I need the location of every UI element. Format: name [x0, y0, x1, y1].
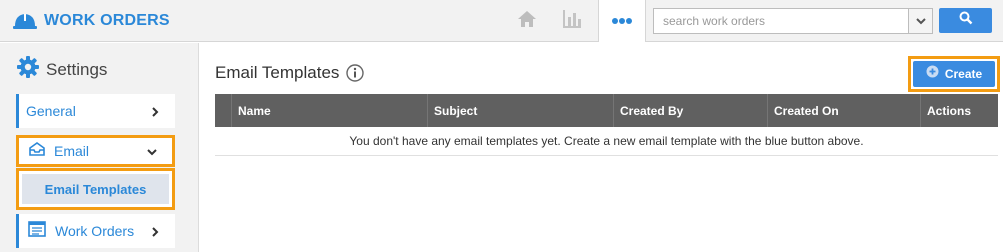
- column-header-subject[interactable]: Subject: [427, 94, 613, 127]
- page-title: Email Templates: [215, 63, 340, 82]
- gear-icon: [16, 55, 40, 84]
- sidebar-item-label: Email: [54, 143, 90, 159]
- more-button[interactable]: [598, 0, 646, 42]
- chevron-down-icon: [915, 12, 926, 30]
- more-icon: [611, 12, 633, 30]
- top-bar: WORK ORDERS: [0, 0, 1003, 42]
- sidebar-item-work-orders[interactable]: Work Orders: [16, 214, 175, 248]
- bar-chart-icon: [561, 8, 583, 35]
- chevron-right-icon: [149, 225, 161, 237]
- search-icon: [959, 11, 973, 30]
- column-header-name[interactable]: Name: [231, 94, 427, 127]
- reports-button[interactable]: [559, 8, 585, 34]
- create-button-label: Create: [944, 67, 983, 81]
- sidebar-title: Settings: [46, 59, 108, 79]
- column-header-created-on[interactable]: Created On: [767, 94, 920, 127]
- sidebar-subitem-email-templates[interactable]: Email Templates: [22, 174, 169, 204]
- chevron-right-icon: [149, 105, 161, 117]
- info-icon[interactable]: [346, 64, 365, 82]
- create-button-highlight: Create: [908, 56, 1000, 92]
- search-input[interactable]: [654, 9, 908, 33]
- sidebar-subitem-label: Email Templates: [44, 181, 147, 197]
- sidebar-item-label: General: [26, 103, 76, 119]
- table-header-select: [215, 94, 231, 127]
- column-header-created-by[interactable]: Created By: [613, 94, 767, 127]
- page-header: Email Templates: [215, 63, 365, 83]
- sidebar: Settings General Email Email Templates W…: [0, 43, 199, 252]
- sidebar-item-email[interactable]: Email: [16, 135, 175, 167]
- app-title: WORK ORDERS: [44, 12, 170, 29]
- column-header-actions: Actions: [920, 94, 998, 127]
- create-button[interactable]: Create: [913, 61, 995, 87]
- settings-header: Settings: [16, 55, 107, 84]
- table-empty-message: You don't have any email templates yet. …: [215, 127, 998, 156]
- list-icon: [28, 220, 46, 242]
- chevron-down-icon: [146, 145, 158, 157]
- home-icon: [516, 9, 538, 34]
- sidebar-item-general[interactable]: General: [16, 94, 175, 128]
- helmet-icon: [12, 11, 38, 31]
- search-button[interactable]: [939, 8, 992, 33]
- app-brand[interactable]: WORK ORDERS: [12, 10, 170, 32]
- search-dropdown-button[interactable]: [908, 9, 932, 33]
- home-button[interactable]: [514, 8, 540, 34]
- sidebar-subitem-highlight: Email Templates: [16, 168, 175, 210]
- inbox-icon: [28, 141, 46, 162]
- search-box: [653, 8, 933, 34]
- plus-circle-icon: [926, 65, 939, 83]
- sidebar-item-label: Work Orders: [55, 223, 135, 239]
- table-header: Name Subject Created By Created On Actio…: [215, 94, 998, 127]
